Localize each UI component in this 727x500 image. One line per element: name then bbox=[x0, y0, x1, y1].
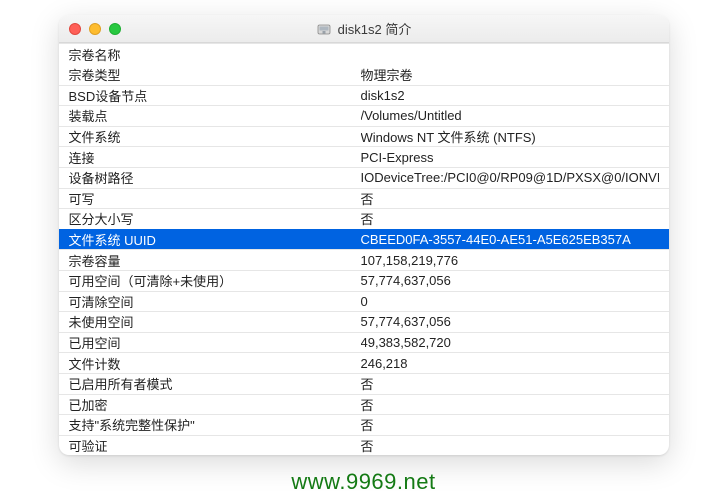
window-title: disk1s2 简介 bbox=[338, 19, 412, 38]
property-label: 文件系统 UUID bbox=[69, 230, 361, 249]
property-row[interactable]: 已启用所有者模式否 bbox=[59, 373, 669, 394]
property-row[interactable]: 已用空间49,383,582,720 bbox=[59, 332, 669, 353]
property-row[interactable]: 未使用空间57,774,637,056 bbox=[59, 311, 669, 332]
property-label: 可用空间（可清除+未使用） bbox=[69, 271, 361, 290]
close-button[interactable] bbox=[69, 23, 81, 35]
property-row[interactable]: 支持"系统完整性保护"否 bbox=[59, 414, 669, 435]
window-controls bbox=[69, 23, 121, 35]
property-value: 否 bbox=[361, 415, 659, 434]
property-row[interactable]: 文件系统 UUIDCBEED0FA-3557-44E0-AE51-A5E625E… bbox=[59, 229, 669, 250]
property-row[interactable]: 可验证否 bbox=[59, 435, 669, 455]
property-row[interactable]: 可写否 bbox=[59, 188, 669, 209]
property-value: 57,774,637,056 bbox=[361, 314, 659, 329]
property-row[interactable]: 宗卷容量107,158,219,776 bbox=[59, 249, 669, 270]
property-row[interactable]: 可清除空间0 bbox=[59, 291, 669, 312]
info-window: disk1s2 简介 宗卷名称 宗卷类型物理宗卷BSD设备节点disk1s2装载… bbox=[59, 15, 669, 455]
property-value: /Volumes/Untitled bbox=[361, 108, 659, 123]
property-label: 已加密 bbox=[69, 395, 361, 414]
property-label: BSD设备节点 bbox=[69, 86, 361, 105]
property-label: 文件系统 bbox=[69, 127, 361, 146]
disk-icon bbox=[316, 21, 332, 37]
property-label: 区分大小写 bbox=[69, 209, 361, 228]
minimize-button[interactable] bbox=[89, 23, 101, 35]
property-value: PCI-Express bbox=[361, 150, 659, 165]
property-row[interactable]: 已加密否 bbox=[59, 394, 669, 415]
zoom-button[interactable] bbox=[109, 23, 121, 35]
property-value: Windows NT 文件系统 (NTFS) bbox=[361, 127, 659, 146]
property-label: 未使用空间 bbox=[69, 312, 361, 331]
property-label: 装载点 bbox=[69, 106, 361, 125]
property-row[interactable]: 宗卷类型物理宗卷 bbox=[59, 64, 669, 85]
property-value: 否 bbox=[361, 395, 659, 414]
property-row[interactable]: BSD设备节点disk1s2 bbox=[59, 85, 669, 106]
property-value: 57,774,637,056 bbox=[361, 273, 659, 288]
property-row[interactable]: 装载点/Volumes/Untitled bbox=[59, 105, 669, 126]
property-value: 物理宗卷 bbox=[361, 65, 659, 84]
property-value: 否 bbox=[361, 374, 659, 393]
property-row[interactable]: 文件计数246,218 bbox=[59, 352, 669, 373]
property-label: 支持"系统完整性保护" bbox=[69, 415, 361, 434]
property-label: 连接 bbox=[69, 148, 361, 167]
property-label: 可清除空间 bbox=[69, 292, 361, 311]
window-title-area: disk1s2 简介 bbox=[59, 19, 669, 38]
property-label: 宗卷容量 bbox=[69, 251, 361, 270]
titlebar[interactable]: disk1s2 简介 bbox=[59, 15, 669, 43]
property-row[interactable]: 可用空间（可清除+未使用）57,774,637,056 bbox=[59, 270, 669, 291]
property-value: 49,383,582,720 bbox=[361, 335, 659, 350]
section-header-label: 宗卷名称 bbox=[69, 45, 121, 64]
property-row[interactable]: 设备树路径IODeviceTree:/PCI0@0/RP09@1D/PXSX@0… bbox=[59, 167, 669, 188]
property-label: 可写 bbox=[69, 189, 361, 208]
property-label: 可验证 bbox=[69, 436, 361, 455]
property-label: 文件计数 bbox=[69, 354, 361, 373]
properties-list[interactable]: 宗卷名称 宗卷类型物理宗卷BSD设备节点disk1s2装载点/Volumes/U… bbox=[59, 43, 669, 455]
property-value: IODeviceTree:/PCI0@0/RP09@1D/PXSX@0/IONV… bbox=[361, 170, 659, 185]
property-value: 否 bbox=[361, 209, 659, 228]
property-value: CBEED0FA-3557-44E0-AE51-A5E625EB357A bbox=[361, 232, 659, 247]
property-row[interactable]: 连接PCI-Express bbox=[59, 146, 669, 167]
watermark-text: www.9969.net bbox=[291, 469, 435, 495]
property-label: 设备树路径 bbox=[69, 168, 361, 187]
property-value: 否 bbox=[361, 436, 659, 455]
property-label: 已用空间 bbox=[69, 333, 361, 352]
property-row[interactable]: 区分大小写否 bbox=[59, 208, 669, 229]
property-value: 107,158,219,776 bbox=[361, 253, 659, 268]
property-row[interactable]: 文件系统Windows NT 文件系统 (NTFS) bbox=[59, 126, 669, 147]
property-value: 否 bbox=[361, 189, 659, 208]
property-label: 已启用所有者模式 bbox=[69, 374, 361, 393]
property-value: 246,218 bbox=[361, 356, 659, 371]
property-value: 0 bbox=[361, 294, 659, 309]
section-header: 宗卷名称 bbox=[59, 43, 669, 64]
property-value: disk1s2 bbox=[361, 88, 659, 103]
property-label: 宗卷类型 bbox=[69, 65, 361, 84]
